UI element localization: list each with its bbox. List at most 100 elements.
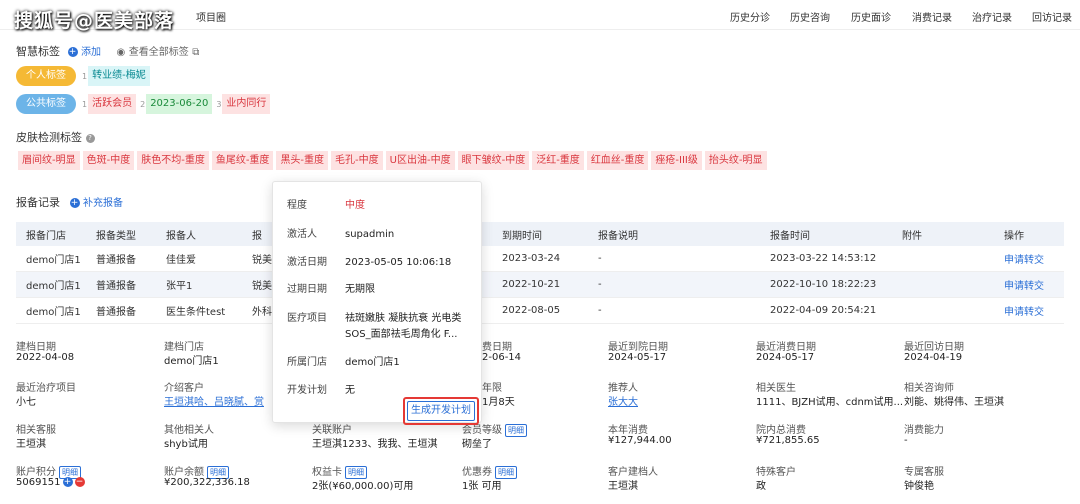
info-value: ¥200,322,336.18 (164, 477, 250, 488)
table-header: 报备门店 报备类型 报备人 报 到期时间 报备说明 报备时间 附件 操作 (16, 222, 1064, 246)
skin-tags-header: 皮肤检测标签 ? (16, 129, 95, 145)
cell-expire: 2023-03-24 (502, 253, 561, 264)
cell-store: demo门店1 (26, 255, 81, 266)
col-action: 操作 (1004, 230, 1024, 242)
tab-consumption[interactable]: 消费记录 (912, 9, 952, 24)
skin-tag-chip[interactable]: 鱼尾纹-重度 (211, 151, 274, 170)
info-label: 特殊客户 (756, 467, 796, 478)
eye-icon[interactable]: ◉ (117, 47, 126, 58)
info-item: 特殊客户政 (756, 463, 796, 492)
cell-type: 普通报备 (96, 281, 136, 292)
popover-label: 激活日期 (287, 257, 327, 268)
info-label: 优惠券 明细 (462, 463, 517, 479)
skin-tag-chip[interactable]: 红血丝-重度 (586, 151, 649, 170)
detail-button[interactable]: 明细 (505, 423, 527, 437)
skin-tag-chip[interactable]: 色斑-中度 (82, 151, 135, 170)
popover-value: 祛斑嫩肤 凝肤抗衰 光电类 (345, 313, 462, 324)
referrer-link[interactable]: 张大大 (608, 393, 638, 408)
info-item: 介绍客户 王垣淇哈、吕晓腻、赏 (164, 379, 264, 408)
skin-tag-chip[interactable]: 抬头纹-明显 (704, 151, 767, 170)
info-value: 2024-05-17 (756, 352, 815, 363)
tab-followup[interactable]: 回访记录 (1032, 9, 1072, 24)
info-item: 相关医生 1111、BJZH试用、cdnm试用... (756, 379, 903, 408)
info-value: 王垣淇 (608, 481, 638, 492)
info-label: 建档门店 (164, 342, 204, 353)
referred-customers-link[interactable]: 王垣淇哈、吕晓腻、赏 (164, 393, 264, 408)
transfer-link[interactable]: 申请转交 (1004, 303, 1044, 318)
info-label: 建档日期 (16, 342, 56, 353)
info-label: 专属客服 (904, 467, 944, 478)
info-item: 其他相关人 shyb试用 (164, 421, 214, 450)
public-tag-category: 公共标签 (16, 94, 76, 114)
transfer-link[interactable]: 申请转交 (1004, 251, 1044, 266)
popover-value: supadmin (345, 229, 395, 240)
tab-project-circle[interactable]: 项目圈 (196, 9, 226, 24)
tag-chip[interactable]: 活跃会员 (88, 94, 137, 114)
popover-row: 医疗项目 祛斑嫩肤 凝肤抗衰 光电类 (287, 309, 461, 324)
info-item: 相关咨询师 刘能、姚得伟、王垣淇 (904, 379, 1004, 408)
report-header: 报备记录 + 补充报备 (16, 194, 123, 210)
info-item: 专属客服 钟俊艳 (904, 463, 944, 492)
tag-index: 1 (82, 99, 88, 109)
cell-expire: 2022-10-21 (502, 279, 561, 290)
add-icon[interactable]: + (69, 198, 80, 208)
minus-points-icon[interactable]: − (74, 477, 85, 487)
skin-tag-chip[interactable]: 痤疮-III级 (651, 151, 702, 170)
skin-tag-chip[interactable]: 眉间纹-明显 (18, 151, 80, 170)
transfer-link[interactable]: 申请转交 (1004, 277, 1044, 292)
tab-history-triage[interactable]: 历史分诊 (730, 9, 770, 24)
tab-treatment[interactable]: 治疗记录 (972, 9, 1012, 24)
skin-tag-chip[interactable]: 毛孔-中度 (331, 151, 383, 170)
skin-tag-chip[interactable]: 肤色不均-重度 (137, 151, 209, 170)
popover-row: 激活人 supadmin (287, 225, 394, 240)
info-label: 账户余额 明细 (164, 463, 250, 479)
tag-chip[interactable]: 2023-06-20 (146, 94, 213, 114)
popover-label: 所属门店 (287, 357, 327, 368)
info-value: 砌垒了 (462, 439, 492, 450)
smart-tags-header: 智慧标签 + 添加 ◉ 查看全部标签 ⧉ (16, 43, 199, 59)
info-value: 1月8天 (482, 397, 515, 408)
view-all-tags-link[interactable]: 查看全部标签 (129, 47, 189, 58)
popover-row-cont: SOS_面部祛毛周角化 F... (345, 325, 457, 340)
info-label: 最近消费日期 (756, 342, 816, 353)
report-title: 报备记录 (16, 196, 60, 209)
add-points-icon[interactable]: + (62, 477, 73, 487)
popover-row: 程度 中度 (287, 196, 365, 211)
col-attach: 附件 (902, 230, 922, 242)
popover-row: 激活日期 2023-05-05 10:06:18 (287, 253, 451, 268)
col-expire: 到期时间 (502, 230, 542, 242)
skin-tag-chip[interactable]: 眼下皱纹-中度 (457, 151, 530, 170)
tag-index: 1 (82, 71, 88, 81)
skin-tag-chip[interactable]: 泛红-重度 (532, 151, 584, 170)
info-item: 消费能力 - (904, 421, 944, 446)
table-row: demo门店1 普通报备 佳佳爱 锐美 2023-03-24 - 2023-03… (16, 246, 1064, 272)
info-value: 小七 (16, 397, 36, 408)
col-partial: 报 (252, 230, 262, 242)
info-value: 2022-04-08 (16, 352, 75, 363)
tag-chip[interactable]: 业内同行 (222, 94, 271, 114)
copy-icon[interactable]: ⧉ (192, 47, 199, 58)
tag-detail-popover: 程度 中度 激活人 supadmin 激活日期 2023-05-05 10:06:18… (272, 181, 482, 425)
add-report-link[interactable]: 补充报备 (83, 198, 123, 209)
cell-type: 普通报备 (96, 255, 136, 266)
popover-row: 所属门店 demo门店1 (287, 353, 400, 368)
generate-plan-button[interactable]: 生成开发计划 (407, 401, 475, 421)
help-icon[interactable]: ? (85, 133, 95, 143)
popover-label: 开发计划 (287, 385, 327, 396)
info-item: 建档门店 demo门店1 (164, 338, 219, 367)
skin-tag-chip[interactable]: 黑头-重度 (276, 151, 329, 170)
info-item: 最近消费日期 2024-05-17 (756, 338, 816, 363)
add-tag-link[interactable]: 添加 (81, 47, 101, 58)
tab-history-face[interactable]: 历史面诊 (851, 9, 891, 24)
tag-chip[interactable]: 转业绩-梅妮 (88, 66, 150, 86)
tab-history-consult[interactable]: 历史咨询 (790, 9, 830, 24)
col-reporter: 报备人 (166, 230, 196, 242)
add-icon[interactable]: + (67, 47, 78, 57)
cell-desc: - (598, 305, 602, 316)
skin-tags-row: 眉间纹-明显 色斑-中度 肤色不均-重度 鱼尾纹-重度 黑头-重度 毛孔-中度 … (18, 151, 770, 170)
info-value: shyb试用 (164, 439, 208, 450)
personal-tag-category: 个人标签 (16, 66, 76, 86)
skin-tag-chip[interactable]: U区出油-中度 (385, 151, 455, 170)
info-label: 介绍客户 (164, 383, 204, 394)
info-item: 会员等级 明细 砌垒了 (462, 421, 527, 450)
